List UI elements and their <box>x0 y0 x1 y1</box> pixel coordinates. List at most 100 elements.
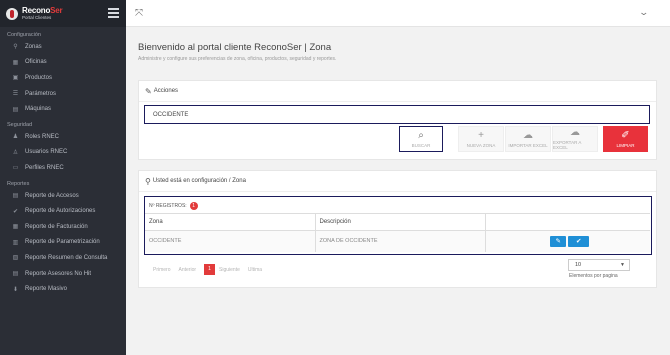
list-icon: ☰ <box>12 91 19 98</box>
sidebar-item-label: Parámetros <box>25 90 57 97</box>
chart-icon: ▧ <box>12 255 19 262</box>
brand-name-a: Recono <box>22 5 51 15</box>
brand-logo[interactable]: ReconoSer Portal Clientes <box>22 5 63 21</box>
edit-icon: ✎ <box>555 237 561 245</box>
pagination: Primero Anterior 1 Siguiente Ultima <box>153 264 270 275</box>
sidebar-item[interactable]: ▥ Reporte de Parametrización <box>0 235 126 251</box>
check-icon: ✔ <box>576 237 582 245</box>
sidebar-item-label: Oficinas <box>25 59 47 66</box>
new-zone-button[interactable]: + NUEVA ZONA <box>458 126 504 152</box>
sidebar-item[interactable]: ♙ Usuarios RNEC <box>0 145 126 161</box>
export-excel-button[interactable]: ☁ EXPORTAR A EXCEL <box>552 126 598 152</box>
new-zone-button-label: NUEVA ZONA <box>466 142 496 148</box>
sidebar-item[interactable]: ♟ Roles RNEC <box>0 129 126 145</box>
zone-search-input[interactable]: OCCIDENTE <box>144 105 650 124</box>
table-row[interactable]: OCCIDENTE ZONA DE OCCIDENTE ✎ ✔ <box>145 230 650 252</box>
import-excel-button[interactable]: ☁ IMPORTAR EXCEL <box>505 126 551 152</box>
sidebar-item-label: Reporte Resumen de Consulta <box>25 254 108 261</box>
import-excel-button-label: IMPORTAR EXCEL <box>508 142 548 148</box>
search-button-label: BUSCAR <box>411 142 431 148</box>
sidebar-item[interactable]: ▭ Perfiles RNEC <box>0 160 126 176</box>
cell-actions: ✎ ✔ <box>485 230 650 252</box>
sidebar-item-label: Productos <box>25 74 53 81</box>
sidebar-item[interactable]: ⬇ Reporte Masivo <box>0 281 126 297</box>
per-page-select[interactable]: 10 ▼ <box>568 259 630 271</box>
brand-name-b: Ser <box>50 5 63 15</box>
download-icon: ⬇ <box>12 286 19 293</box>
building-icon: ▦ <box>12 59 19 66</box>
sidebar-item[interactable]: ✔ Reporte de Autorizaciones <box>0 203 126 219</box>
invoice-icon: ▦ <box>12 224 19 231</box>
select-button[interactable]: ✔ <box>568 235 590 247</box>
sidebar-item[interactable]: ▤ Máquinas <box>0 101 126 117</box>
search-button[interactable]: ⌕ BUSCAR <box>399 126 443 152</box>
pager-next[interactable]: Siguiente <box>219 267 240 273</box>
zones-table: Zona Descripción OCCIDENTE ZONA DE OCCID… <box>145 213 650 252</box>
chevron-down-icon[interactable]: ⌄ <box>639 7 650 18</box>
sidebar-item-label: Reporte de Autorizaciones <box>25 208 96 215</box>
zones-table-container: Nº REGISTROS: 1 Zona Descripción OCCIDEN… <box>144 196 652 255</box>
sidebar-item-label: Reporte Asesores No Hit <box>25 270 92 277</box>
edit-button[interactable]: ✎ <box>550 235 567 247</box>
map-pin-icon: ⚲ <box>13 44 18 51</box>
search-icon: ⌕ <box>418 129 424 141</box>
server-icon: ▤ <box>12 106 19 113</box>
sidebar-section-title: Seguridad <box>7 121 33 128</box>
sidebar-item[interactable]: ▦ Oficinas <box>0 55 126 71</box>
sidebar-item-label: Máquinas <box>25 106 52 113</box>
column-header-descripcion[interactable]: Descripción <box>315 213 486 231</box>
actions-panel-header: ✎ Acciones <box>139 81 656 102</box>
logo-icon <box>6 7 18 20</box>
sidebar-item-label: Usuarios RNEC <box>25 149 68 156</box>
sidebar-item-label: Roles RNEC <box>25 133 60 140</box>
sidebar-item-label: Reporte de Facturación <box>25 223 88 230</box>
page-subtitle: Administre y configure sus preferencias … <box>138 56 337 62</box>
export-excel-button-label: EXPORTAR A EXCEL <box>553 140 582 150</box>
report-alt-icon: ▤ <box>12 271 19 278</box>
sidebar-item[interactable]: ▤ Reporte Asesores No Hit <box>0 266 126 282</box>
sidebar-section-title: Configuración <box>7 32 41 38</box>
config-panel-header: ⚲ Usted está en configuración / Zona <box>139 171 656 192</box>
action-buttons: ⌕ BUSCAR + NUEVA ZONA ☁ IMPORTAR EXCEL ☁… <box>398 126 648 152</box>
menu-toggle-icon[interactable] <box>108 8 119 18</box>
records-badge: 1 <box>189 202 198 210</box>
column-header-zona[interactable]: Zona <box>145 213 316 231</box>
pager-last[interactable]: Ultima <box>248 267 262 273</box>
sidebar-item[interactable]: ⚲ Zonas <box>0 39 126 55</box>
actions-panel: ✎ Acciones OCCIDENTE ⌕ BUSCAR + NUEVA ZO… <box>138 80 657 160</box>
pager-current[interactable]: 1 <box>204 264 216 275</box>
sidebar-item-label: Reporte Masivo <box>25 286 68 293</box>
pager-first[interactable]: Primero <box>153 267 171 273</box>
sidebar-section-title: Reportes <box>7 180 30 187</box>
sidebar-item-label: Reporte de Accesos <box>25 192 79 199</box>
clear-button[interactable]: ✐ LIMPIAR <box>603 126 648 152</box>
report-icon: ▤ <box>12 193 19 200</box>
user-group-icon: ♟ <box>12 134 19 141</box>
sidebar-item[interactable]: ▤ Reporte de Accesos <box>0 188 126 204</box>
id-card-icon: ▭ <box>12 165 19 172</box>
sidebar-item[interactable]: ▦ Reporte de Facturación <box>0 219 126 235</box>
cloud-upload-icon: ☁ <box>523 129 533 141</box>
per-page-label: Elementos por pagina <box>569 273 618 279</box>
config-panel-title: Usted está en configuración / Zona <box>152 178 246 184</box>
actions-panel-title: Acciones <box>153 88 179 94</box>
sidebar-item[interactable]: ▣ Productos <box>0 70 126 86</box>
records-label: Nº REGISTROS: <box>149 203 187 209</box>
pager-prev[interactable]: Anterior <box>179 267 197 273</box>
per-page-value: 10 <box>575 262 582 268</box>
fullscreen-icon[interactable]: ⤧ <box>135 8 143 19</box>
sidebar: ReconoSer Portal Clientes Configuración ⚲… <box>0 0 126 355</box>
brush-icon: ✐ <box>621 129 630 141</box>
cloud-download-icon: ☁ <box>570 127 580 138</box>
cell-zona: OCCIDENTE <box>145 230 316 252</box>
plus-icon: + <box>478 129 484 141</box>
top-bar: ⤧ ⌄ <box>126 0 670 27</box>
map-marker-icon: ⚲ <box>145 176 151 186</box>
box-icon: ▣ <box>12 75 19 82</box>
sidebar-item-label: Reporte de Parametrización <box>25 239 100 246</box>
sidebar-item[interactable]: ▧ Reporte Resumen de Consulta <box>0 250 126 266</box>
sidebar-item[interactable]: ☰ Parámetros <box>0 86 126 102</box>
sidebar-item-label: Perfiles RNEC <box>25 164 64 171</box>
magic-wand-icon: ✎ <box>145 86 152 96</box>
settings-report-icon: ▥ <box>12 239 19 246</box>
